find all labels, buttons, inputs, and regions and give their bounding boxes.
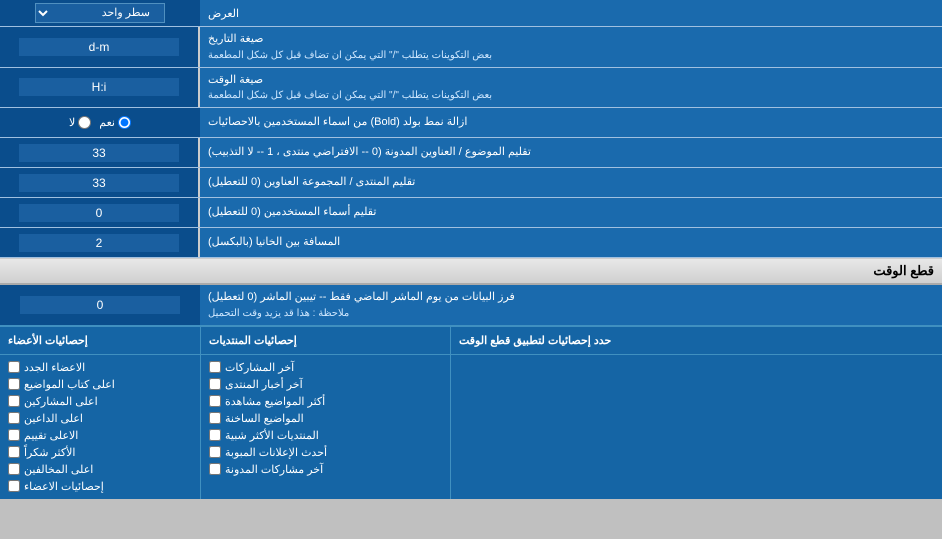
col-left: [450, 355, 942, 499]
checkboxes-header: حدد إحصائيات لتطبيق قطع الوقت إحصائيات ا…: [0, 327, 942, 355]
forum-trim-input[interactable]: [19, 174, 179, 192]
cb-most-similar-input[interactable]: [209, 429, 221, 441]
topics-trim-row: تقليم الموضوع / العناوين المدونة (0 -- ا…: [0, 138, 942, 168]
stats-members-header: إحصائيات الأعضاء: [0, 327, 200, 354]
cb-member-stats[interactable]: إحصائيات الاعضاء: [8, 478, 192, 495]
display-label: العرض: [200, 0, 942, 26]
time-format-row: صيغة الوقت بعض التكوينات يتطلب "/" التي …: [0, 68, 942, 109]
cb-top-violators[interactable]: اعلى المخالفين: [8, 461, 192, 478]
time-format-input[interactable]: [19, 78, 179, 96]
cb-highest-rated[interactable]: الاعلى تقييم: [8, 427, 192, 444]
cb-new-members-input[interactable]: [8, 361, 20, 373]
cb-member-stats-input[interactable]: [8, 480, 20, 492]
topics-trim-input[interactable]: [19, 144, 179, 162]
cb-new-members[interactable]: الاعضاء الجدد: [8, 359, 192, 376]
cb-most-viewed[interactable]: أكثر المواضيع مشاهدة: [209, 393, 442, 410]
date-format-row: صيغة التاريخ بعض التكوينات يتطلب "/" الت…: [0, 27, 942, 68]
cb-most-thanked-input[interactable]: [8, 446, 20, 458]
cb-latest-classifieds[interactable]: أحدث الإعلانات المبوبة: [209, 444, 442, 461]
cb-latest-classifieds-input[interactable]: [209, 446, 221, 458]
radio-no-label[interactable]: لا: [69, 116, 91, 129]
spacing-row: المسافة بين الخانيا (بالبكسل): [0, 228, 942, 258]
cb-blog-posts[interactable]: آخر مشاركات المدونة: [209, 461, 442, 478]
cutoff-input-cell: [0, 285, 200, 325]
display-dropdown-cell: سطر واحد: [0, 0, 200, 26]
cutoff-section-header: قطع الوقت: [0, 258, 942, 285]
cb-highest-rated-input[interactable]: [8, 429, 20, 441]
date-format-label: صيغة التاريخ بعض التكوينات يتطلب "/" الت…: [200, 27, 942, 67]
users-trim-row: تقليم أسماء المستخدمين (0 للتعطيل): [0, 198, 942, 228]
radio-yes-label[interactable]: نعم: [99, 116, 131, 129]
cb-forum-news[interactable]: آخر أخبار المنتدى: [209, 376, 442, 393]
spacing-input-cell: [0, 228, 200, 257]
bold-remove-radio-cell: نعم لا: [0, 108, 200, 137]
cb-hot-topics-input[interactable]: [209, 412, 221, 424]
cb-top-inviters[interactable]: اعلى الداعين: [8, 410, 192, 427]
users-trim-label: تقليم أسماء المستخدمين (0 للتعطيل): [200, 198, 942, 227]
date-format-input[interactable]: [19, 38, 179, 56]
display-row: العرض سطر واحد: [0, 0, 942, 27]
main-container: العرض سطر واحد صيغة التاريخ بعض التكوينا…: [0, 0, 942, 499]
cb-top-participants[interactable]: اعلى المشاركين: [8, 393, 192, 410]
cb-top-violators-input[interactable]: [8, 463, 20, 475]
cb-most-viewed-input[interactable]: [209, 395, 221, 407]
users-trim-input-cell: [0, 198, 200, 227]
cb-hot-topics[interactable]: المواضيع الساخنة: [209, 410, 442, 427]
forum-trim-row: تقليم المنتدى / المجموعة العناوين (0 للت…: [0, 168, 942, 198]
topics-trim-label: تقليم الموضوع / العناوين المدونة (0 -- ا…: [200, 138, 942, 167]
cutoff-input[interactable]: [20, 296, 180, 314]
checkboxes-section: حدد إحصائيات لتطبيق قطع الوقت إحصائيات ا…: [0, 326, 942, 499]
forum-trim-input-cell: [0, 168, 200, 197]
cb-most-thanked[interactable]: الأكثر شكراً: [8, 444, 192, 461]
cutoff-row: فرز البيانات من يوم الماشر الماضي فقط --…: [0, 285, 942, 326]
col-forums: آخر المشاركات آخر أخبار المنتدى أكثر الم…: [200, 355, 450, 499]
bold-remove-label: ازالة نمط بولد (Bold) من اسماء المستخدمي…: [200, 108, 942, 137]
spacing-input[interactable]: [19, 234, 179, 252]
cb-most-similar[interactable]: المنتديات الأكثر شبية: [209, 427, 442, 444]
radio-yes[interactable]: [118, 116, 131, 129]
cb-top-participants-input[interactable]: [8, 395, 20, 407]
cutoff-limit-label: حدد إحصائيات لتطبيق قطع الوقت: [450, 327, 942, 354]
cutoff-label: فرز البيانات من يوم الماشر الماضي فقط --…: [200, 285, 942, 325]
users-trim-input[interactable]: [19, 204, 179, 222]
cb-last-posts-input[interactable]: [209, 361, 221, 373]
cb-top-posters-input[interactable]: [8, 378, 20, 390]
checkboxes-grid: آخر المشاركات آخر أخبار المنتدى أكثر الم…: [0, 355, 942, 499]
topics-trim-input-cell: [0, 138, 200, 167]
cb-last-posts[interactable]: آخر المشاركات: [209, 359, 442, 376]
bold-remove-row: ازالة نمط بولد (Bold) من اسماء المستخدمي…: [0, 108, 942, 138]
radio-no[interactable]: [78, 116, 91, 129]
time-format-input-cell: [0, 68, 200, 108]
cb-blog-posts-input[interactable]: [209, 463, 221, 475]
spacing-label: المسافة بين الخانيا (بالبكسل): [200, 228, 942, 257]
time-format-label: صيغة الوقت بعض التكوينات يتطلب "/" التي …: [200, 68, 942, 108]
cb-top-posters[interactable]: اعلى كتاب المواضيع: [8, 376, 192, 393]
date-format-input-cell: [0, 27, 200, 67]
display-select[interactable]: سطر واحد: [35, 3, 165, 23]
cb-top-inviters-input[interactable]: [8, 412, 20, 424]
cb-forum-news-input[interactable]: [209, 378, 221, 390]
stats-forums-header: إحصائيات المنتديات: [200, 327, 450, 354]
forum-trim-label: تقليم المنتدى / المجموعة العناوين (0 للت…: [200, 168, 942, 197]
col-members: الاعضاء الجدد اعلى كتاب المواضيع اعلى ال…: [0, 355, 200, 499]
